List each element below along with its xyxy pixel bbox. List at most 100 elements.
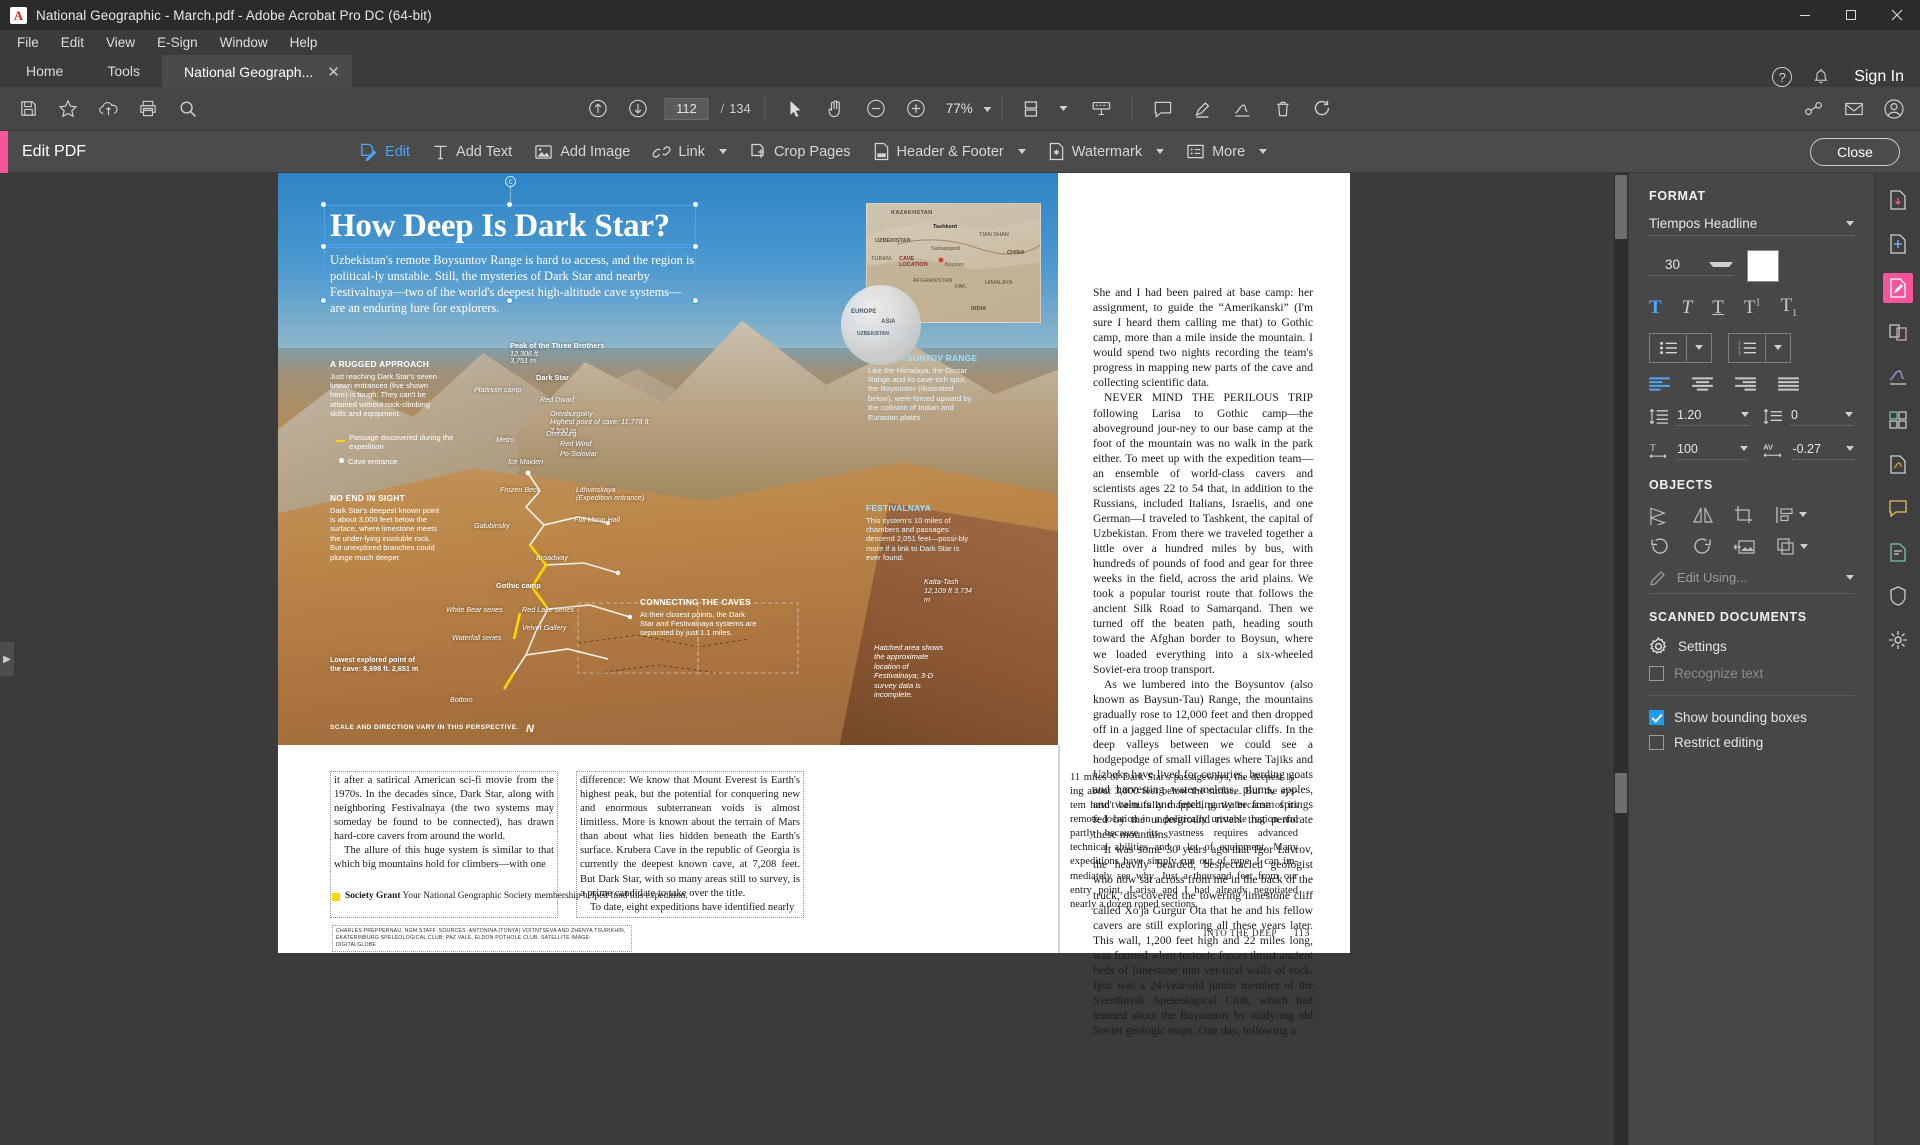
align-objects-button[interactable]	[1775, 505, 1807, 525]
rotate-counterclockwise-icon[interactable]	[1649, 537, 1671, 557]
tab-close-icon[interactable]: ✕	[327, 65, 340, 80]
selection-handle-top-right[interactable]	[692, 201, 699, 208]
restrict-editing-checkbox[interactable]	[1649, 734, 1664, 750]
close-window-button[interactable]	[1874, 0, 1920, 30]
font-color-swatch[interactable]	[1747, 250, 1779, 282]
line-spacing-select[interactable]: 1.20	[1677, 408, 1749, 426]
scan-settings-row[interactable]: Settings	[1649, 636, 1854, 656]
flip-horizontal-icon[interactable]	[1692, 505, 1714, 525]
menu-file[interactable]: File	[6, 32, 50, 53]
document-pane[interactable]: ▶ c How Deep Is Dark Star? Uzbekistan's …	[0, 173, 1628, 1145]
align-right-button[interactable]	[1735, 377, 1756, 392]
edit-tool-button[interactable]: Edit	[356, 138, 413, 165]
character-spacing-select[interactable]: -0.27	[1792, 442, 1854, 460]
sign-icon[interactable]	[1223, 87, 1263, 131]
flip-vertical-icon[interactable]	[1649, 505, 1672, 525]
scrollbar-thumb-secondary[interactable]	[1615, 773, 1627, 813]
bulleted-list-icon[interactable]	[1650, 334, 1686, 362]
protect-icon[interactable]	[1883, 581, 1913, 611]
align-center-button[interactable]	[1692, 377, 1713, 392]
underline-button[interactable]: T	[1712, 298, 1724, 317]
bulleted-list-chevron-down-icon[interactable]	[1686, 333, 1711, 362]
bottom-column-3[interactable]: 11 miles of Dark Star's passageways, the…	[1070, 771, 1298, 918]
zoom-level-display[interactable]: 77%	[946, 101, 992, 116]
font-size-chevron-down-icon[interactable]	[1709, 261, 1733, 267]
scrollbar-thumb[interactable]	[1615, 175, 1627, 239]
menu-help[interactable]: Help	[279, 32, 329, 53]
request-signature-icon[interactable]	[1883, 449, 1913, 479]
share-icon[interactable]	[1794, 87, 1834, 131]
align-left-button[interactable]	[1649, 377, 1670, 392]
crop-pages-button[interactable]: Crop Pages	[746, 139, 854, 165]
subscript-button[interactable]: T1	[1780, 296, 1797, 319]
selection-handle-bottom-mid[interactable]	[506, 297, 513, 304]
account-icon[interactable]	[1874, 87, 1914, 131]
chevron-down-icon[interactable]	[983, 106, 992, 112]
font-family-select[interactable]: Tiempos Headline	[1649, 216, 1854, 236]
highlight-icon[interactable]	[1183, 87, 1223, 131]
minimize-button[interactable]	[1782, 0, 1828, 30]
email-icon[interactable]	[1834, 87, 1874, 131]
watermark-button[interactable]: Watermark	[1045, 138, 1167, 165]
close-edit-pdf-button[interactable]: Close	[1810, 137, 1900, 166]
article-body-right-column[interactable]: She and I had been paired at base camp: …	[1093, 285, 1313, 1038]
next-page-icon[interactable]	[617, 87, 657, 131]
selection-handle-mid-right[interactable]	[692, 243, 699, 250]
bold-button[interactable]: T	[1649, 298, 1662, 317]
horizontal-scale-select[interactable]: 100	[1677, 442, 1749, 460]
fit-page-chevron-icon[interactable]	[1059, 106, 1068, 111]
select-cursor-icon[interactable]	[776, 87, 816, 131]
delete-icon[interactable]	[1263, 87, 1303, 131]
selection-handle-mid-left[interactable]	[320, 243, 327, 250]
comment-rail-icon[interactable]	[1883, 493, 1913, 523]
print-icon[interactable]	[128, 87, 168, 131]
more-tools-icon[interactable]	[1883, 625, 1913, 655]
tab-document[interactable]: National Geograph... ✕	[162, 55, 352, 87]
align-objects-chevron-down-icon[interactable]	[1799, 512, 1807, 518]
map-credits[interactable]: CHARLES PREPPERNAU, NGM STAFF. SOURCES: …	[332, 925, 632, 953]
rotate-icon[interactable]	[1303, 87, 1343, 131]
selection-handle-bottom-left[interactable]	[320, 297, 327, 304]
selection-handle-bottom-right[interactable]	[692, 297, 699, 304]
search-icon[interactable]	[168, 87, 208, 131]
page-number-input[interactable]: 112	[664, 97, 709, 120]
font-family-chevron-down-icon[interactable]	[1846, 221, 1854, 226]
crop-image-icon[interactable]	[1734, 505, 1755, 525]
create-pdf-icon[interactable]	[1883, 229, 1913, 259]
document-scrollbar[interactable]	[1614, 173, 1628, 1145]
left-panel-expand-handle[interactable]: ▶	[0, 642, 14, 676]
upload-cloud-icon[interactable]	[88, 87, 128, 131]
menu-esign[interactable]: E-Sign	[146, 32, 209, 53]
menu-edit[interactable]: Edit	[50, 32, 95, 53]
notifications-bell-icon[interactable]	[1812, 68, 1830, 86]
bulleted-list-group[interactable]	[1649, 332, 1712, 363]
header-footer-chevron-down-icon[interactable]	[1017, 149, 1026, 154]
superscript-button[interactable]: T1	[1744, 298, 1761, 317]
fit-page-icon[interactable]	[1013, 87, 1053, 131]
tab-tools[interactable]: Tools	[85, 55, 163, 87]
edit-using-chevron-down-icon[interactable]	[1846, 575, 1854, 581]
link-chevron-down-icon[interactable]	[718, 149, 727, 154]
add-image-button[interactable]: Add Image	[531, 139, 633, 165]
line-spacing-chevron-down-icon[interactable]	[1741, 412, 1749, 418]
comment-icon[interactable]	[1143, 87, 1183, 131]
paragraph-spacing-select[interactable]: 0	[1791, 408, 1853, 426]
article-deck[interactable]: Uzbekistan's remote Boysuntov Range is h…	[330, 252, 696, 317]
previous-page-icon[interactable]	[577, 87, 617, 131]
selection-handle-top-left[interactable]	[320, 201, 327, 208]
selection-handle-top-mid[interactable]	[506, 201, 513, 208]
read-mode-icon[interactable]	[1082, 87, 1122, 131]
link-button[interactable]: Link	[649, 139, 730, 165]
recognize-text-checkbox[interactable]	[1649, 665, 1664, 681]
paragraph-spacing-chevron-down-icon[interactable]	[1845, 412, 1853, 418]
watermark-chevron-down-icon[interactable]	[1156, 149, 1165, 154]
send-for-comments-icon[interactable]	[1883, 537, 1913, 567]
rotation-handle[interactable]	[505, 176, 516, 187]
arrange-button[interactable]	[1776, 537, 1808, 557]
tab-home[interactable]: Home	[4, 55, 86, 87]
more-chevron-down-icon[interactable]	[1259, 149, 1268, 154]
character-spacing-chevron-down-icon[interactable]	[1846, 446, 1854, 452]
header-footer-button[interactable]: Header & Footer	[870, 138, 1029, 165]
numbered-list-icon[interactable]: 123	[1729, 334, 1765, 362]
numbered-list-chevron-down-icon[interactable]	[1765, 333, 1790, 362]
